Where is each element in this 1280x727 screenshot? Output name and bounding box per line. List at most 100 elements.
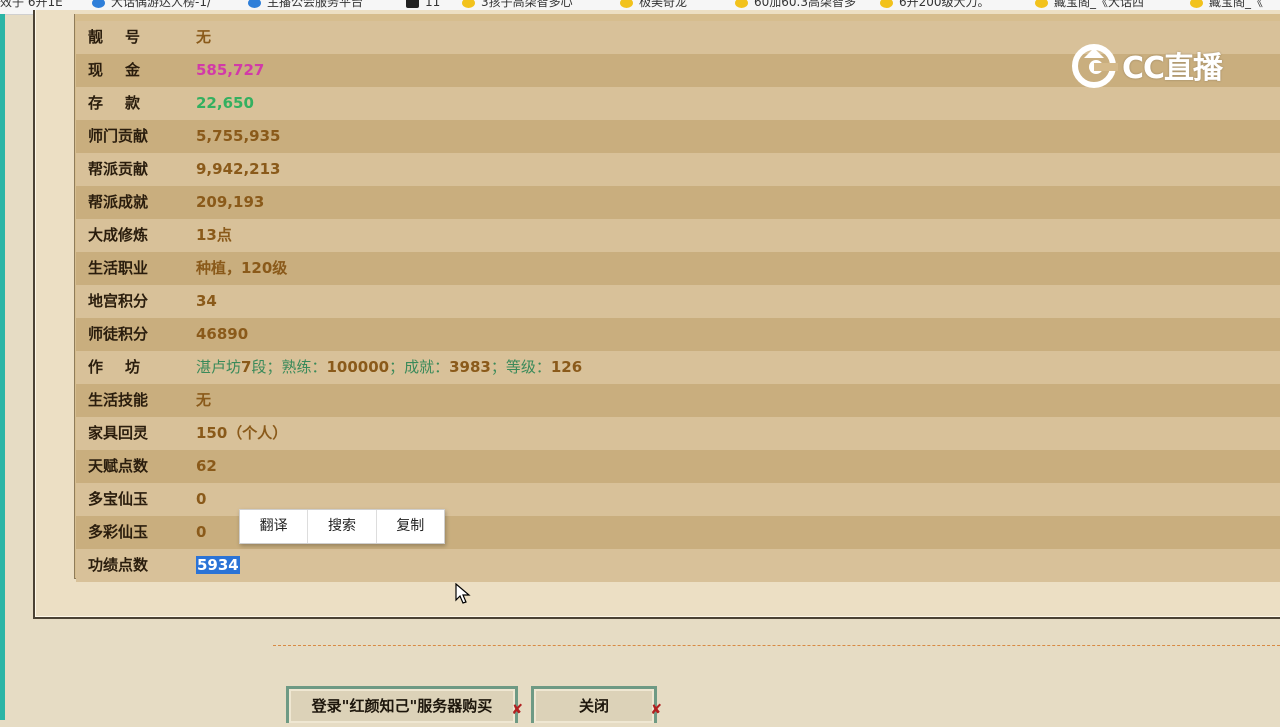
row-label: 师徒积分	[88, 325, 149, 343]
bookmark-label: 极美奇龙	[639, 0, 688, 9]
row-label: 帮派成就	[88, 193, 149, 211]
bookmark-favicon-icon	[735, 0, 748, 8]
row-value: 9,942,213	[196, 153, 280, 186]
row-value: 0	[196, 516, 206, 549]
cc-logo-icon	[1072, 44, 1118, 88]
bookmark-label: 大话偶游达人榜-1/	[111, 0, 212, 9]
row-value: 5934	[196, 549, 240, 582]
workshop-number: 100000	[326, 358, 390, 376]
dashed-separator	[273, 645, 1280, 646]
row-value: 150（个人）	[196, 417, 287, 450]
row-value: 无	[196, 21, 211, 54]
row-value: 5,755,935	[196, 120, 280, 153]
close-button[interactable]: 关闭 ✘	[531, 686, 662, 723]
bookmark-label: 3孩子高柒智多心	[481, 0, 573, 9]
mouse-cursor-icon	[455, 583, 471, 604]
row-value-text: 209,193	[196, 193, 265, 211]
bookmark-item[interactable]: 藏宝阁_《大话西	[1035, 0, 1144, 8]
bookmark-item[interactable]: 大话偶游达人榜-1/	[92, 0, 211, 8]
close-mark-icon: ✘	[511, 702, 523, 718]
row-label: 帮派贡献	[88, 160, 149, 178]
bookmark-favicon-icon	[406, 0, 419, 8]
bookmark-item[interactable]: 3孩子高柒智多心	[462, 0, 573, 8]
bookmark-label: 藏宝阁_《大话西	[1054, 0, 1145, 9]
table-row: 大成修炼 13点	[76, 219, 1280, 252]
bookmark-label: 主播公会服务平台	[267, 0, 364, 9]
workshop-text: ；等级：	[490, 358, 551, 376]
row-value-text: 5,755,935	[196, 127, 281, 145]
bookmark-item[interactable]: 11	[406, 0, 440, 8]
copy-menu-item[interactable]: 复制	[377, 510, 444, 543]
cc-live-watermark: CC直播	[1070, 42, 1223, 88]
selection-context-menu: 翻译 搜索 复制	[239, 509, 445, 544]
row-value: 种植，120级	[196, 252, 287, 285]
row-value-text: 无	[196, 28, 212, 46]
row-value-text: 0	[196, 490, 207, 508]
bookmark-label: 藏宝阁_《	[1209, 0, 1264, 9]
workshop-number: 7	[241, 358, 252, 376]
row-label: 功绩点数	[88, 556, 149, 574]
bookmark-favicon-icon	[1190, 0, 1203, 8]
table-row: 生活职业 种植，120级	[76, 252, 1280, 285]
bookmark-favicon-icon	[620, 0, 633, 8]
row-value: 209,193	[196, 186, 264, 219]
bookmark-favicon-icon	[1035, 0, 1048, 8]
login-server-buy-label: 登录"红颜知己"服务器购买	[311, 697, 493, 715]
close-mark-icon: ✘	[650, 702, 662, 718]
bookmark-item[interactable]: 6开200级大力。	[880, 0, 990, 8]
login-server-buy-button[interactable]: 登录"红颜知己"服务器购买 ✘	[286, 686, 523, 723]
workshop-number: 126	[550, 358, 583, 376]
row-value-text: 585,727	[196, 61, 265, 79]
row-value-text: 9,942,213	[196, 160, 281, 178]
row-value: 无	[196, 384, 211, 417]
row-value-text: 13点	[196, 226, 232, 244]
row-label: 天赋点数	[88, 457, 149, 475]
row-value: 22,650	[196, 87, 254, 120]
table-row: 师徒积分 46890	[76, 318, 1280, 351]
bookmark-favicon-icon	[92, 0, 105, 8]
close-label: 关闭	[578, 697, 609, 715]
bookmark-label: 60加60.3高柒智多	[754, 0, 856, 9]
search-menu-item[interactable]: 搜索	[308, 510, 377, 543]
row-value-text: 62	[196, 457, 217, 475]
row-value-text: 46890	[196, 325, 249, 343]
row-label: 作坊	[88, 358, 163, 376]
row-value-text: 22,650	[196, 94, 254, 112]
workshop-number: 3983	[449, 358, 491, 376]
bookmark-item[interactable]: 效子 6开1E	[0, 0, 63, 8]
row-value-text: 150（个人）	[196, 424, 288, 442]
bookmark-label: 11	[425, 0, 441, 9]
row-value: 湛卢坊7段；熟练：100000；成就：3983；等级：126	[196, 351, 582, 384]
row-label: 家具回灵	[88, 424, 149, 442]
row-value: 13点	[196, 219, 232, 252]
workshop-text: ；成就：	[389, 358, 450, 376]
row-value: 46890	[196, 318, 248, 351]
window-left-edge	[0, 14, 5, 720]
workshop-text: 段；熟练：	[251, 358, 327, 376]
table-row: 功绩点数 5934	[76, 549, 1280, 582]
table-row: 天赋点数 62	[76, 450, 1280, 483]
row-value: 62	[196, 450, 217, 483]
table-row: 帮派贡献 9,942,213	[76, 153, 1280, 186]
translate-menu-item[interactable]: 翻译	[240, 510, 309, 543]
row-value-text: 0	[196, 523, 207, 541]
row-label: 靓号	[88, 28, 163, 46]
row-label: 现金	[88, 61, 163, 79]
row-value-text: 34	[196, 292, 217, 310]
workshop-text: 湛卢坊	[196, 358, 242, 376]
bookmark-item[interactable]: 主播公会服务平台	[248, 0, 363, 8]
table-row: 存款 22,650	[76, 87, 1280, 120]
row-label: 存款	[88, 94, 163, 112]
row-label: 生活职业	[88, 259, 149, 277]
bookmark-item[interactable]: 60加60.3高柒智多	[735, 0, 856, 8]
bookmark-item[interactable]: 藏宝阁_《	[1190, 0, 1263, 8]
row-label: 多彩仙玉	[88, 523, 149, 541]
row-value-text[interactable]: 5934	[196, 556, 240, 574]
bookmark-label: 6开200级大力。	[899, 0, 990, 9]
bookmark-item[interactable]: 极美奇龙	[620, 0, 687, 8]
row-value: 0	[196, 483, 206, 516]
row-value-text: 种植，120级	[196, 259, 288, 277]
table-row: 生活技能 无	[76, 384, 1280, 417]
row-label: 生活技能	[88, 391, 149, 409]
cc-logo-text: CC直播	[1122, 51, 1223, 86]
